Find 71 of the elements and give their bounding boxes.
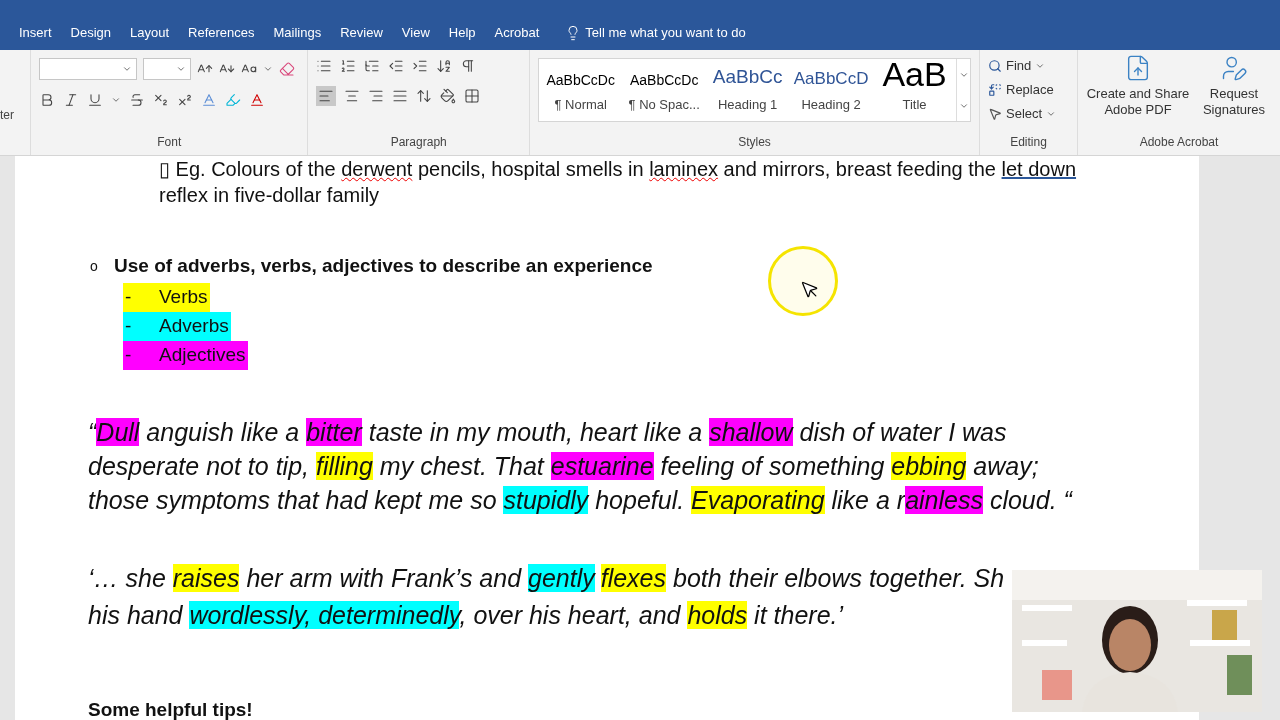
align-right-icon[interactable]: [368, 88, 385, 104]
replace-button[interactable]: Replace: [988, 78, 1069, 102]
caret-icon[interactable]: [111, 95, 121, 105]
tell-me-field[interactable]: Tell me what you want to do: [565, 23, 746, 43]
font-size-field[interactable]: [143, 58, 191, 80]
replace-icon: [988, 83, 1002, 97]
ribbon-tab[interactable]: Mailings: [264, 19, 331, 47]
decrease-indent-icon[interactable]: [388, 58, 405, 74]
ribbon-tab[interactable]: Layout: [121, 19, 179, 47]
create-pdf-button[interactable]: Create and Share Adobe PDF: [1082, 54, 1194, 119]
underline-icon[interactable]: [87, 92, 103, 108]
align-center-icon[interactable]: [344, 88, 361, 104]
caret-icon[interactable]: [176, 64, 186, 74]
justify-icon[interactable]: [392, 88, 409, 104]
quote-text: desperate not to tip, filling my chest. That estuarine feeling of something ebbing away;: [88, 451, 1039, 482]
bullets-icon[interactable]: [316, 58, 333, 74]
select-button[interactable]: Select: [988, 102, 1069, 126]
legend-item: - Adverbs: [123, 312, 231, 341]
ribbon-tab[interactable]: Insert: [10, 19, 61, 47]
line-spacing-icon[interactable]: [416, 88, 433, 104]
increase-indent-icon[interactable]: [412, 58, 429, 74]
clear-formatting-icon[interactable]: [279, 61, 295, 77]
ribbon-tab[interactable]: Acrobat: [485, 19, 549, 47]
text-effects-icon[interactable]: [201, 92, 217, 108]
caret-icon[interactable]: [1035, 61, 1046, 71]
ribbon-tab[interactable]: Design: [61, 19, 120, 47]
group-label: Styles: [738, 134, 771, 151]
bullet-heading: Use of adverbs, verbs, adjectives to describe an experience: [114, 254, 653, 278]
borders-icon[interactable]: [464, 88, 481, 104]
group-label: ter: [0, 107, 15, 124]
example-text: ▯ Eg. Colours of the derwent pencils, hospital smells in laminex and mirrors, breast feeding the let down: [159, 157, 1077, 182]
request-signatures-button[interactable]: Request Signatures: [1198, 54, 1270, 119]
caret-icon[interactable]: [122, 64, 132, 74]
legend-item: - Verbs: [123, 283, 210, 312]
caret-icon[interactable]: [263, 64, 273, 74]
search-icon: [988, 59, 1002, 73]
user-sign-icon: [1220, 54, 1248, 82]
style-option[interactable]: AaBbCcDc ¶ No Spac...: [622, 59, 706, 121]
bold-icon[interactable]: [39, 92, 55, 108]
italic-icon[interactable]: [63, 92, 79, 108]
strikethrough-icon[interactable]: [129, 92, 145, 108]
font-name-field[interactable]: [39, 58, 137, 80]
ribbon-tab[interactable]: References: [179, 19, 264, 47]
group-label: Editing: [1010, 134, 1047, 151]
caret-icon[interactable]: [1046, 109, 1057, 119]
ribbon-tab[interactable]: Review: [331, 19, 392, 47]
subscript-icon[interactable]: [153, 92, 169, 108]
style-option[interactable]: AaBbCc Heading 1: [705, 59, 790, 121]
ribbon-tab[interactable]: Help: [439, 19, 485, 47]
pointer-icon: [988, 107, 1002, 121]
style-option[interactable]: AaBbCcDc ¶ Normal: [539, 59, 623, 121]
section-heading: Some helpful tips!: [88, 700, 253, 720]
group-label: Adobe Acrobat: [1139, 134, 1219, 151]
align-left-icon[interactable]: [318, 88, 335, 104]
find-button[interactable]: Find: [988, 54, 1069, 78]
style-option[interactable]: AaBbCcD Heading 2: [789, 59, 873, 121]
sort-icon[interactable]: [436, 58, 453, 74]
font-color-icon[interactable]: [249, 92, 265, 108]
legend-item: - Adjectives: [123, 341, 248, 370]
group-label: Paragraph: [390, 134, 447, 151]
group-label: Font: [157, 134, 182, 151]
shading-icon[interactable]: [440, 88, 457, 104]
quote-text: ‘… she raises her arm with Frank’s and gently flexes both their elbows together. Sh: [88, 563, 1005, 594]
superscript-icon[interactable]: [177, 92, 193, 108]
example-text: reflex in five-dollar family: [159, 183, 380, 208]
style-option[interactable]: AaB Title: [872, 59, 957, 121]
numbering-icon[interactable]: [340, 58, 357, 74]
mouse-cursor-icon: [800, 280, 820, 300]
multilevel-list-icon[interactable]: [364, 58, 381, 74]
ribbon-tab[interactable]: View: [392, 19, 439, 47]
bullet-marker: o: [89, 257, 99, 276]
